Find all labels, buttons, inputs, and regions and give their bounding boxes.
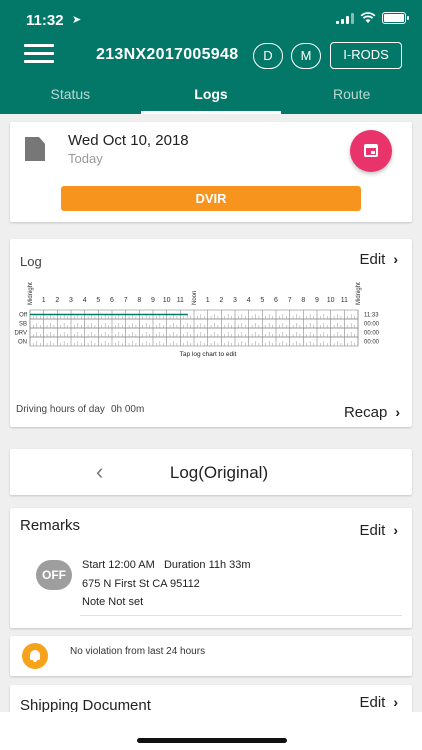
calendar-icon [364, 144, 378, 157]
hour-label: 9 [315, 297, 319, 304]
row-total: 11:33 [364, 313, 379, 319]
driver-d-button[interactable]: D [253, 43, 283, 69]
location-arrow-icon: ➤ [72, 14, 82, 26]
row-label: DRV [14, 331, 27, 337]
status-bar: 11:32 ➤ [26, 10, 409, 32]
hour-label: 11 [341, 297, 348, 304]
hour-label: 3 [69, 297, 73, 304]
hour-label: 6 [110, 297, 114, 304]
wifi-icon [360, 12, 376, 23]
row-label: ON [18, 340, 27, 346]
row-total: 00:00 [364, 340, 380, 346]
tab-bar: Status Logs Route [0, 78, 422, 114]
hour-label: 6 [274, 297, 278, 304]
hour-label: 7 [288, 297, 292, 304]
hour-label: Midnight [28, 282, 34, 305]
driving-hours: Driving hours of day 0h 00m [16, 404, 144, 415]
remark-note: Note Not set [82, 596, 144, 608]
menu-icon[interactable] [24, 44, 54, 66]
chevron-right-icon: › [393, 694, 398, 710]
hour-label: 11 [177, 297, 184, 304]
chevron-right-icon: › [393, 251, 398, 267]
driving-hours-value: 0h 00m [110, 404, 145, 415]
row-total: 00:00 [364, 331, 380, 337]
calendar-button[interactable] [350, 130, 392, 172]
log-chart[interactable]: Midnight 1 2 3 4 5 6 7 8 9 10 11 Noon 1 2 3 4 5 6 7 8 9 10 11 Mi… [10, 279, 412, 371]
log-date-sub: Today [68, 151, 103, 166]
status-time: 11:32 [26, 12, 64, 29]
shipping-edit-link[interactable]: Edit › [359, 694, 398, 711]
status-badge: OFF [36, 560, 72, 590]
recap-label: Recap [343, 404, 388, 421]
tab-status[interactable]: Status [0, 78, 141, 114]
hour-label: 7 [124, 297, 128, 304]
hour-label: 3 [233, 297, 237, 304]
home-indicator [137, 738, 287, 743]
tap-hint: Tap log chart to edit [180, 351, 237, 358]
hour-label: 10 [163, 297, 171, 304]
device-id: 213NX2017005948 [96, 46, 239, 63]
hour-label: 5 [260, 297, 264, 304]
log-version-card: ‹ Log(Original) [10, 449, 412, 495]
chevron-right-icon: › [393, 522, 398, 538]
hour-label: 1 [42, 297, 46, 304]
log-version-title: Log(Original) [169, 463, 269, 482]
hour-label: 8 [301, 297, 305, 304]
signal-icon [336, 12, 354, 24]
row-label: SB [19, 322, 27, 328]
row-label: Off [19, 313, 27, 319]
remark-start-duration: Start 12:00 AM Duration 11h 33m [82, 559, 251, 571]
tab-route[interactable]: Route [281, 78, 422, 114]
hour-label: 4 [83, 297, 87, 304]
hour-label: 8 [137, 297, 141, 304]
hour-label: 9 [151, 297, 155, 304]
remarks-card: Remarks Edit › OFF Start 12:00 AM Duratio… [10, 508, 412, 628]
violation-text: No violation from last 24 hours [70, 646, 206, 657]
bottom-safe-area [0, 712, 422, 750]
shipping-edit-label: Edit [359, 694, 386, 711]
log-edit-label: Edit [359, 251, 386, 268]
irods-button[interactable]: I-RODS [330, 42, 402, 69]
log-card: Log Edit › Midnight 1 2 3 4 5 6 7 8 9 10 11 Noon 1 2 3 4 5… [10, 239, 412, 427]
mode-m-button[interactable]: M [291, 43, 321, 69]
remarks-edit-link[interactable]: Edit › [359, 522, 398, 539]
hour-label: Midnight [356, 282, 362, 305]
log-edit-link[interactable]: Edit › [359, 251, 398, 268]
hour-label: 1 [206, 297, 210, 304]
violation-card: No violation from last 24 hours [10, 636, 412, 676]
app-header: 11:32 ➤ 213NX2017005948 D M I-RODS Statu… [0, 0, 422, 114]
divider [80, 615, 402, 616]
hour-label: 10 [327, 297, 335, 304]
dvir-button[interactable]: DVIR [61, 186, 361, 211]
system-icons [336, 12, 409, 24]
log-title: Log [20, 254, 42, 269]
bell-icon [22, 643, 48, 669]
log-date: Wed Oct 10, 2018 [68, 132, 189, 149]
document-icon [25, 137, 45, 161]
chevron-right-icon: › [395, 404, 400, 420]
hour-label: 2 [219, 297, 223, 304]
row-total: 00:00 [364, 322, 380, 328]
remark-duration: Duration 11h 33m [163, 559, 251, 571]
date-card: Wed Oct 10, 2018 Today DVIR [10, 122, 412, 222]
remarks-title: Remarks [20, 517, 81, 534]
remark-address: 675 N First St CA 95112 [82, 578, 200, 590]
tab-logs[interactable]: Logs [140, 78, 282, 114]
hour-label: 5 [96, 297, 100, 304]
hour-label: 2 [55, 297, 59, 304]
remark-start: Start 12:00 AM [82, 559, 155, 571]
driving-hours-label: Driving hours of day [16, 404, 105, 415]
hour-label: 4 [247, 297, 251, 304]
hour-label: Noon [192, 291, 198, 305]
battery-icon [382, 12, 409, 24]
remarks-edit-label: Edit [359, 522, 386, 539]
recap-link[interactable]: Recap › [344, 404, 400, 421]
